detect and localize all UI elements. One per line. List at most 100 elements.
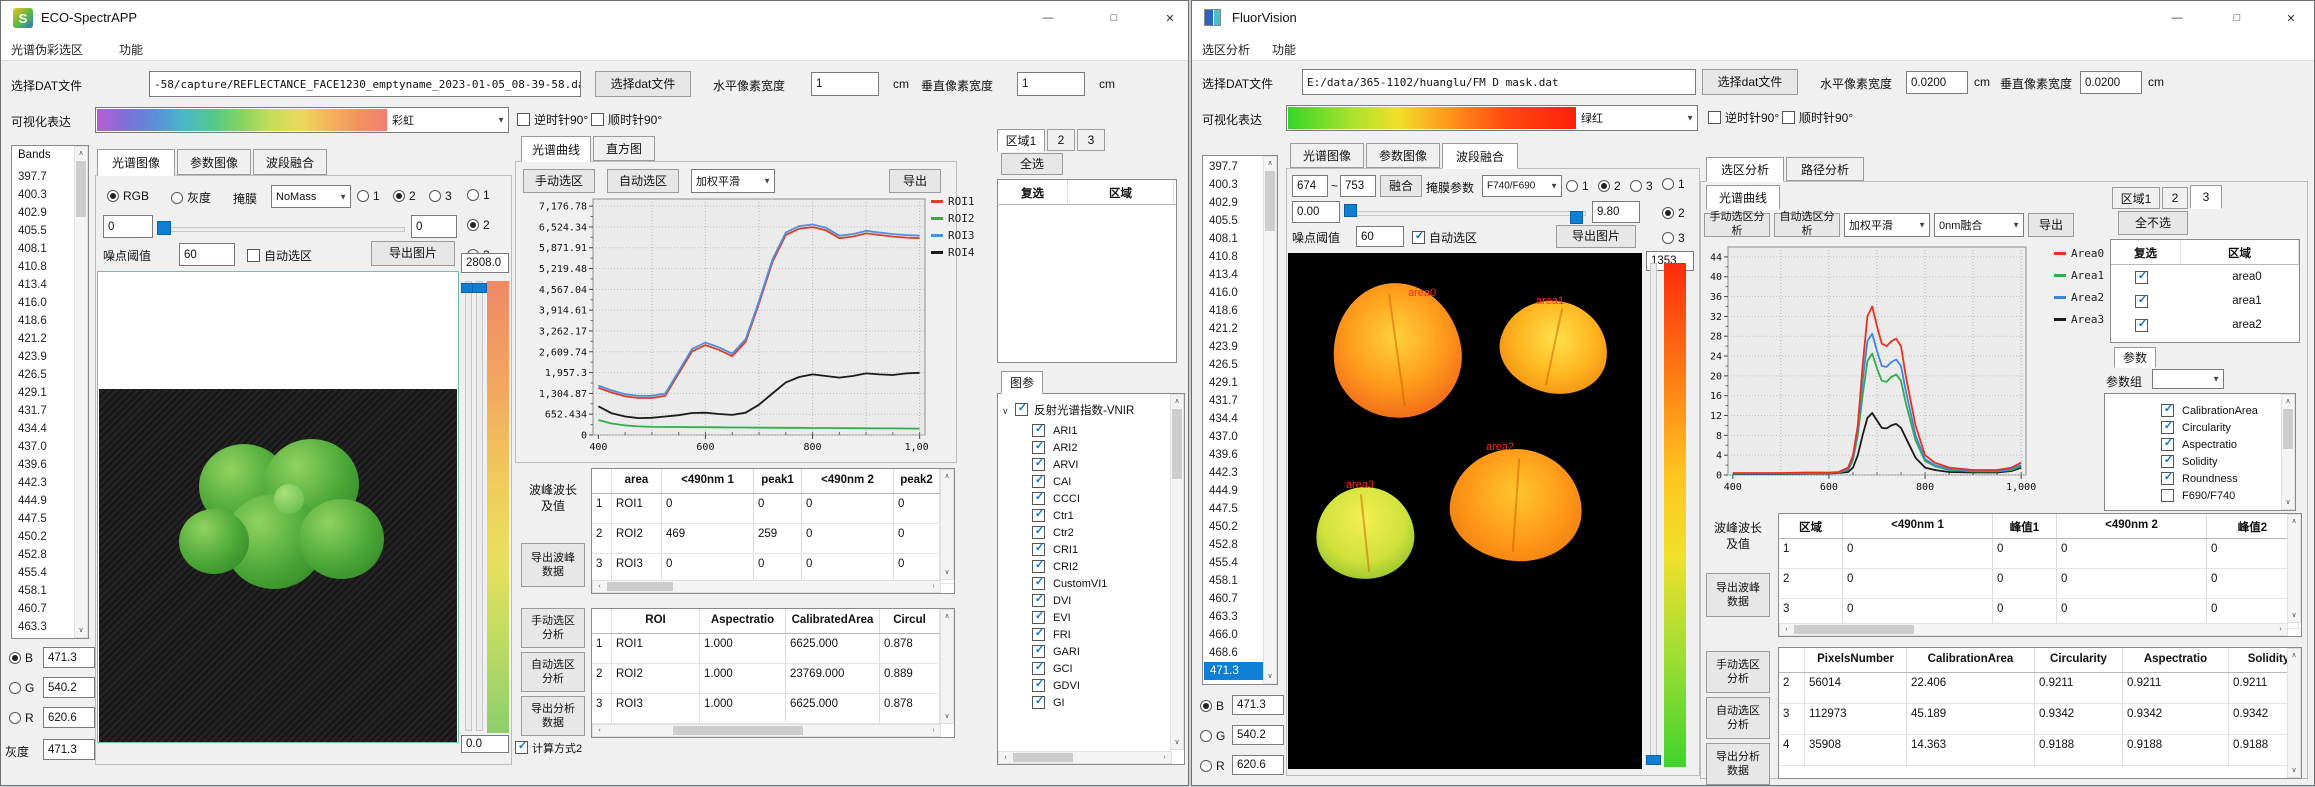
tab-region-3[interactable]: 3 (2190, 185, 2222, 209)
table-row[interactable]: 20000 (1779, 569, 2301, 599)
auto-roi-button[interactable]: 自动选区 (607, 169, 679, 193)
index-item[interactable]: GDVI (998, 677, 1168, 694)
tree-collapse-icon[interactable]: ∨ (1002, 406, 1009, 416)
auto-select-checkbox[interactable]: 自动选区 (1412, 229, 1477, 246)
index-item[interactable]: GARI (998, 643, 1168, 660)
region-row[interactable]: area2 (2111, 313, 2299, 337)
export-image-button[interactable]: 导出图片 (371, 241, 455, 266)
indices-hscroll[interactable]: ‹› (998, 751, 1172, 764)
export-peaks-button[interactable]: 导出波峰 数据 (1706, 573, 1770, 617)
radio[interactable] (1598, 180, 1610, 192)
colorbar-slider-track[interactable] (1650, 263, 1657, 763)
band-item[interactable]: 413.4 (12, 276, 72, 294)
ccw-rotate-checkbox[interactable]: 逆时针90° (1708, 109, 1779, 126)
band-item[interactable]: 439.6 (12, 456, 72, 474)
band-item[interactable]: 402.9 (1203, 194, 1263, 212)
checkbox[interactable] (1032, 628, 1045, 641)
threshold-slider-handle[interactable] (157, 221, 171, 235)
band-item[interactable]: 429.1 (12, 384, 72, 402)
radio[interactable] (1662, 232, 1674, 244)
threshold-low-input[interactable]: 0 (103, 215, 153, 238)
channel-g-radio[interactable]: G (1200, 729, 1225, 743)
colorbar-min-input[interactable]: 0.0 (461, 735, 509, 753)
radio[interactable] (107, 190, 119, 202)
checkbox[interactable] (1708, 111, 1721, 124)
radio[interactable] (1200, 700, 1212, 712)
param-group-combo[interactable]: ▼ (2152, 369, 2224, 389)
table-row[interactable]: 2ROI21.00023769.0000.889 (592, 664, 954, 694)
checkbox[interactable] (1032, 662, 1045, 675)
index-item[interactable]: ARI2 (998, 439, 1168, 456)
index-item[interactable]: DVI (998, 592, 1168, 609)
noise-threshold-input[interactable]: 60 (1356, 226, 1404, 247)
manual-analysis-button[interactable]: 手动选区 分析 (1706, 651, 1770, 693)
noise-threshold-input[interactable]: 60 (179, 243, 235, 266)
titlebar[interactable]: S ECO-SpectrAPP — □ ✕ (1, 1, 1188, 35)
index-item[interactable]: GCI (998, 660, 1168, 677)
tab-region-1[interactable]: 区域1 (997, 129, 1045, 152)
checkbox[interactable] (1032, 560, 1045, 573)
checkbox[interactable] (2161, 472, 2174, 485)
band-item[interactable]: 455.4 (12, 564, 72, 582)
bands-scrollbar[interactable]: ∧∨ (1263, 156, 1277, 684)
channel-b-input[interactable]: 471.3 (1232, 695, 1284, 715)
band-item[interactable]: 408.1 (12, 240, 72, 258)
colorbar-max-input[interactable]: 2808.0 (461, 253, 509, 273)
band-item[interactable]: 426.5 (1203, 356, 1263, 374)
channel-b-input[interactable]: 471.3 (43, 647, 95, 668)
region-row[interactable]: area1 (2111, 289, 2299, 313)
index-item[interactable]: FRI (998, 626, 1168, 643)
manual-analysis-button[interactable]: 手动选区 分析 (521, 608, 585, 648)
checkbox[interactable] (1032, 577, 1045, 590)
band-item[interactable]: 397.7 (12, 168, 72, 186)
band-item[interactable]: 463.3 (1203, 608, 1263, 626)
table-row[interactable]: 1ROI1000055 (592, 494, 954, 524)
roi-group-3-radio[interactable]: 3 (1662, 231, 1685, 245)
auto-analysis-button[interactable]: 自动选区 分析 (1706, 697, 1770, 739)
colorbar-handle[interactable] (1646, 755, 1661, 765)
colormap-combo[interactable]: 彩虹 ▼ (95, 107, 509, 133)
band-item[interactable]: 402.9 (12, 204, 72, 222)
checkbox[interactable] (1032, 441, 1045, 454)
display-mode-2-radio[interactable]: 2 (393, 189, 416, 203)
analysis-table-hscroll[interactable]: ‹› (592, 724, 941, 737)
index-item[interactable]: CRI2 (998, 558, 1168, 575)
table-row[interactable]: 3ROI31.0006625.0000.878 (592, 694, 954, 724)
auto-select-checkbox[interactable]: 自动选区 (247, 247, 312, 264)
sample-image-view[interactable] (97, 271, 459, 743)
fusion-slider-track[interactable] (1346, 211, 1586, 216)
checkbox[interactable] (1032, 543, 1045, 556)
band-item[interactable]: 421.2 (1203, 320, 1263, 338)
band-item[interactable]: 418.6 (1203, 302, 1263, 320)
table-row[interactable]: 10000 (1779, 539, 2301, 569)
param-item[interactable]: Solidity (2105, 453, 2281, 470)
index-item[interactable]: Ctr2 (998, 524, 1168, 541)
param-vscroll[interactable]: ∧∨ (2281, 394, 2295, 510)
radio[interactable] (429, 190, 441, 202)
band-item[interactable]: 460.7 (12, 600, 72, 618)
smoothing-combo[interactable]: 加权平滑 ▼ (1844, 213, 1930, 237)
table-row[interactable]: 1ROI11.0006625.0000.878 (592, 634, 954, 664)
band-item[interactable]: 437.0 (1203, 428, 1263, 446)
display-mode-3-radio[interactable]: 3 (429, 189, 452, 203)
band-item[interactable]: 423.9 (12, 348, 72, 366)
radio[interactable] (393, 190, 405, 202)
display-mode-1-radio[interactable]: 1 (1566, 179, 1589, 193)
slider-max-input[interactable]: 9.80 (1592, 201, 1640, 223)
mask-combo[interactable]: NoMass ▼ (271, 185, 351, 208)
menu-pseudocolor-select[interactable]: 光谱伪彩选区 (11, 41, 83, 58)
radio[interactable] (357, 190, 369, 202)
dat-path-input[interactable]: -58/capture/REFLECTANCE_FACE1230_emptyna… (149, 71, 581, 97)
calc-mode-checkbox[interactable]: 计算方式2 (515, 740, 582, 756)
checkbox[interactable] (247, 249, 260, 262)
shape-table-vscroll[interactable]: ∧∨ (2287, 648, 2301, 778)
band-item[interactable]: 416.0 (12, 294, 72, 312)
fusion-width-combo[interactable]: 0nm融合 ▼ (1934, 213, 2024, 237)
close-button[interactable]: ✕ (2272, 7, 2310, 29)
band-item[interactable]: 447.5 (12, 510, 72, 528)
index-item[interactable]: ARVI (998, 456, 1168, 473)
checkbox[interactable] (1032, 594, 1045, 607)
tab-region-analysis[interactable]: 选区分析 (1706, 157, 1784, 182)
band-item[interactable]: 405.5 (12, 222, 72, 240)
band-item[interactable]: 400.3 (12, 186, 72, 204)
